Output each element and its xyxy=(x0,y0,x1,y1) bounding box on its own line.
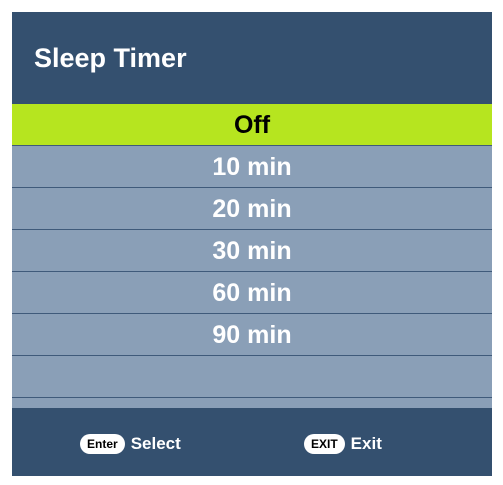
exit-hint: EXIT Exit xyxy=(304,434,382,454)
sleep-timer-options-list: Off 10 min 20 min 30 min 60 min 90 min xyxy=(12,104,492,408)
select-hint-label: Select xyxy=(130,434,181,453)
dialog-title: Sleep Timer xyxy=(34,43,187,73)
option-30-min[interactable]: 30 min xyxy=(12,230,492,272)
sleep-timer-dialog: Sleep Timer Off 10 min 20 min 30 min 60 … xyxy=(12,12,492,476)
empty-list-row xyxy=(12,356,492,398)
exit-key-icon: EXIT xyxy=(304,434,345,454)
dialog-header: Sleep Timer xyxy=(12,12,492,104)
option-off[interactable]: Off xyxy=(12,104,492,146)
select-hint: Enter Select xyxy=(80,434,181,454)
option-10-min[interactable]: 10 min xyxy=(12,146,492,188)
option-20-min[interactable]: 20 min xyxy=(12,188,492,230)
key-hints-bar: Enter Select EXIT Exit xyxy=(12,408,492,476)
option-90-min[interactable]: 90 min xyxy=(12,314,492,356)
enter-key-icon: Enter xyxy=(80,434,125,454)
option-60-min[interactable]: 60 min xyxy=(12,272,492,314)
exit-hint-label: Exit xyxy=(350,434,382,453)
